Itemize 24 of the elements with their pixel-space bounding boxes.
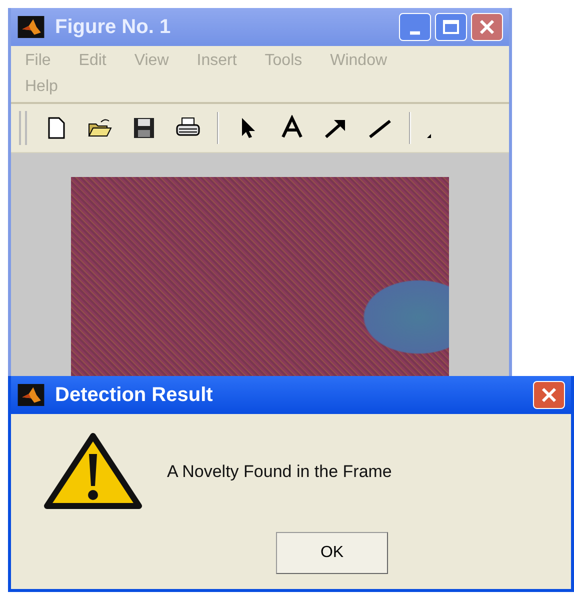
ok-button[interactable]: OK (276, 532, 388, 574)
menu-item[interactable]: File (25, 52, 51, 70)
minimize-button[interactable] (399, 13, 431, 41)
menu-item[interactable]: Edit (78, 52, 106, 70)
close-button[interactable] (471, 13, 503, 41)
warning-icon (43, 432, 143, 512)
more-icon[interactable] (425, 132, 433, 140)
menu-item[interactable]: Insert (196, 52, 237, 70)
menu-item[interactable]: Window (330, 52, 388, 70)
window-title: Detection Result (55, 384, 214, 406)
maximize-icon (442, 18, 460, 36)
window-icon (17, 16, 45, 38)
close-button[interactable] (533, 381, 565, 409)
menu-item[interactable]: Tools (264, 52, 302, 70)
maximize-button[interactable] (435, 13, 467, 41)
minimize-icon (410, 31, 420, 35)
window-title: Figure No. 1 (55, 16, 172, 38)
close-icon (540, 386, 558, 404)
menu-item[interactable]: Help (25, 78, 58, 96)
dialog-message: A Novelty Found in the Frame (167, 462, 392, 482)
menu-item[interactable]: View (134, 52, 169, 70)
close-icon (478, 18, 496, 36)
toolbar-grip[interactable] (19, 111, 27, 145)
window-icon (17, 384, 45, 406)
